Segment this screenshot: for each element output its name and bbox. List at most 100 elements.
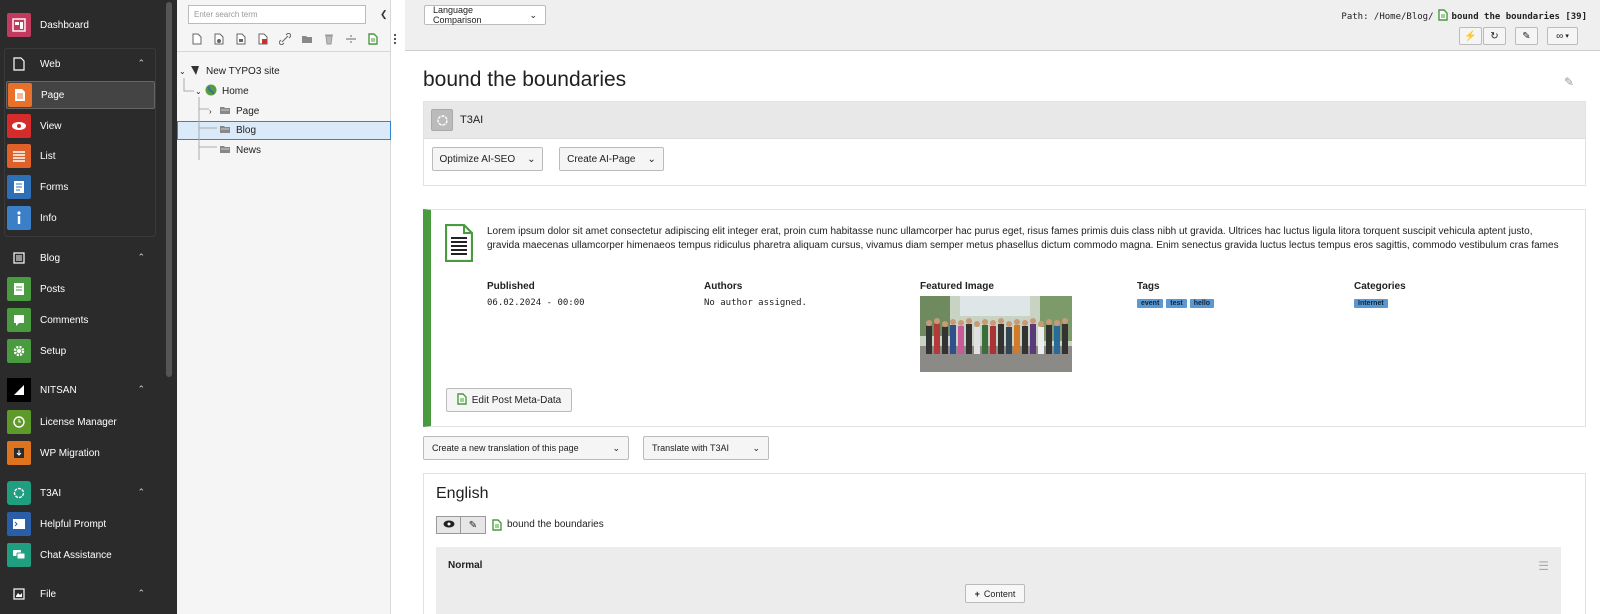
module-license-manager[interactable]: License Manager bbox=[6, 408, 155, 436]
post-page-icon bbox=[492, 516, 502, 534]
group-t3ai[interactable]: T3AI ⌃ bbox=[6, 479, 155, 507]
reload-button[interactable]: ↻ bbox=[1483, 27, 1506, 45]
featured-image-label: Featured Image bbox=[920, 281, 994, 292]
tag-badge[interactable]: hello bbox=[1189, 299, 1215, 308]
featured-image[interactable] bbox=[920, 296, 1072, 372]
license-icon bbox=[7, 410, 31, 434]
authors-value: No author assigned. bbox=[704, 298, 807, 308]
group-label: T3AI bbox=[40, 487, 62, 499]
share-button[interactable]: ∞ ▾ bbox=[1547, 27, 1578, 45]
typo3-backend: Dashboard Web ⌃ Page View List Forms Inf… bbox=[0, 0, 1600, 614]
module-forms[interactable]: Forms bbox=[6, 173, 155, 201]
tree-lines bbox=[183, 78, 217, 160]
module-label: Forms bbox=[40, 181, 69, 193]
edit-pencil-icon[interactable]: ✎ bbox=[1564, 75, 1574, 89]
module-dashboard[interactable]: Dashboard bbox=[6, 11, 155, 39]
group-file[interactable]: File ⌃ bbox=[6, 580, 155, 608]
chevron-down-icon: ⌄ bbox=[529, 9, 537, 20]
module-menu: Dashboard Web ⌃ Page View List Forms Inf… bbox=[0, 0, 177, 614]
group-blog[interactable]: Blog ⌃ bbox=[6, 244, 155, 272]
trash-icon[interactable] bbox=[321, 32, 337, 46]
module-menu-scrollbar[interactable] bbox=[166, 2, 172, 377]
lightning-icon: ⚡ bbox=[1464, 30, 1477, 42]
download-icon bbox=[7, 441, 31, 465]
translation-select[interactable]: Create a new translation of this page ⌄ bbox=[423, 436, 629, 460]
link-icon[interactable] bbox=[277, 32, 293, 46]
group-web[interactable]: Web ⌃ bbox=[6, 50, 155, 78]
translate-t3ai-label: Translate with T3AI bbox=[652, 443, 730, 453]
module-chat-assistance[interactable]: Chat Assistance bbox=[6, 541, 155, 569]
add-content-label: Content bbox=[983, 588, 1016, 599]
published-label: Published bbox=[487, 281, 535, 292]
module-setup[interactable]: Setup bbox=[6, 337, 155, 365]
posts-icon bbox=[7, 277, 31, 301]
content-area: Language Comparison ⌄ Path: /Home/Blog/ … bbox=[405, 0, 1600, 614]
module-label: WP Migration bbox=[40, 447, 100, 459]
new-post-icon[interactable] bbox=[365, 32, 381, 46]
module-page[interactable]: Page bbox=[6, 81, 155, 109]
t3ai-panel: T3AI Optimize AI-SEO ⌄ Create AI-Page ⌄ bbox=[423, 101, 1586, 186]
new-page-icon[interactable] bbox=[189, 32, 205, 46]
openai-icon bbox=[431, 109, 453, 131]
tag-badge[interactable]: test bbox=[1166, 299, 1187, 308]
language-column: English ✎ bound the boundaries Normal ☰ … bbox=[423, 473, 1586, 614]
folder-icon[interactable] bbox=[299, 32, 315, 46]
share-icon: ∞ bbox=[1556, 30, 1564, 42]
category-badge[interactable]: Internet bbox=[1354, 299, 1388, 308]
group-label: Blog bbox=[40, 252, 61, 264]
edit-page-button[interactable]: ✎ bbox=[461, 516, 486, 534]
module-info[interactable]: Info bbox=[6, 204, 155, 232]
breadcrumb: Path: /Home/Blog/ bound the boundaries [… bbox=[1341, 9, 1587, 24]
create-ai-page-button[interactable]: Create AI-Page ⌄ bbox=[559, 147, 664, 171]
create-ai-page-label: Create AI-Page bbox=[567, 153, 636, 165]
delete-page-icon[interactable] bbox=[255, 32, 271, 46]
module-helpful-prompt[interactable]: Helpful Prompt bbox=[6, 510, 155, 538]
column-edit-icon[interactable]: ☰ bbox=[1538, 559, 1549, 573]
dashboard-icon bbox=[7, 13, 31, 37]
tree-node-label: News bbox=[236, 145, 262, 156]
module-label: Dashboard bbox=[40, 19, 89, 31]
prompt-icon bbox=[7, 512, 31, 536]
chevron-up-icon: ⌃ bbox=[137, 588, 145, 598]
shortcut-icon: ✎ bbox=[1522, 30, 1531, 42]
path-label: Path: /Home/Blog/ bbox=[1341, 11, 1434, 22]
chevron-up-icon: ⌃ bbox=[137, 58, 145, 68]
module-wp-migration[interactable]: WP Migration bbox=[6, 439, 155, 467]
post-page-icon bbox=[457, 392, 467, 408]
module-view[interactable]: View bbox=[6, 112, 155, 140]
more-icon[interactable] bbox=[387, 32, 403, 46]
module-label: Comments bbox=[40, 314, 89, 326]
optimize-ai-seo-button[interactable]: Optimize AI-SEO ⌄ bbox=[432, 147, 543, 171]
published-value: 06.02.2024 - 00:00 bbox=[487, 298, 585, 308]
clear-cache-button[interactable]: ⚡ bbox=[1459, 27, 1482, 45]
bookmark-button[interactable]: ✎ bbox=[1515, 27, 1538, 45]
module-list[interactable]: List bbox=[6, 142, 155, 170]
module-posts[interactable]: Posts bbox=[6, 275, 155, 303]
chevron-up-icon: ⌃ bbox=[137, 487, 145, 497]
module-label: Chat Assistance bbox=[40, 549, 112, 561]
list-icon bbox=[7, 144, 31, 168]
chat-icon bbox=[7, 543, 31, 567]
page-module-icon bbox=[8, 83, 32, 107]
view-select-value: Language Comparison bbox=[433, 5, 482, 25]
module-comments[interactable]: Comments bbox=[6, 306, 155, 334]
group-nitsan[interactable]: NITSAN ⌃ bbox=[6, 376, 155, 404]
add-content-button[interactable]: + Content bbox=[965, 584, 1025, 603]
page-tree: Enter search term ❮ ⌄ New TYPO3 site ⌄ H… bbox=[177, 0, 397, 614]
toolbar-divider bbox=[177, 51, 391, 52]
tree-search-input[interactable]: Enter search term bbox=[188, 5, 366, 24]
new-page-inside-icon[interactable] bbox=[211, 32, 227, 46]
view-page-button[interactable] bbox=[436, 516, 461, 534]
edit-post-meta-button[interactable]: Edit Post Meta-Data bbox=[446, 388, 572, 412]
tag-badge[interactable]: event bbox=[1137, 299, 1164, 308]
separator-icon[interactable] bbox=[343, 32, 359, 46]
plus-icon: + bbox=[974, 588, 980, 599]
translate-t3ai-select[interactable]: Translate with T3AI ⌄ bbox=[643, 436, 769, 460]
eye-icon bbox=[443, 520, 455, 531]
collapse-tree-icon[interactable]: ❮ bbox=[380, 9, 388, 20]
view-select[interactable]: Language Comparison ⌄ bbox=[424, 5, 546, 25]
new-page-after-icon[interactable] bbox=[233, 32, 249, 46]
module-label: Helpful Prompt bbox=[40, 518, 107, 530]
eye-icon bbox=[7, 114, 31, 138]
openai-icon bbox=[7, 481, 31, 505]
